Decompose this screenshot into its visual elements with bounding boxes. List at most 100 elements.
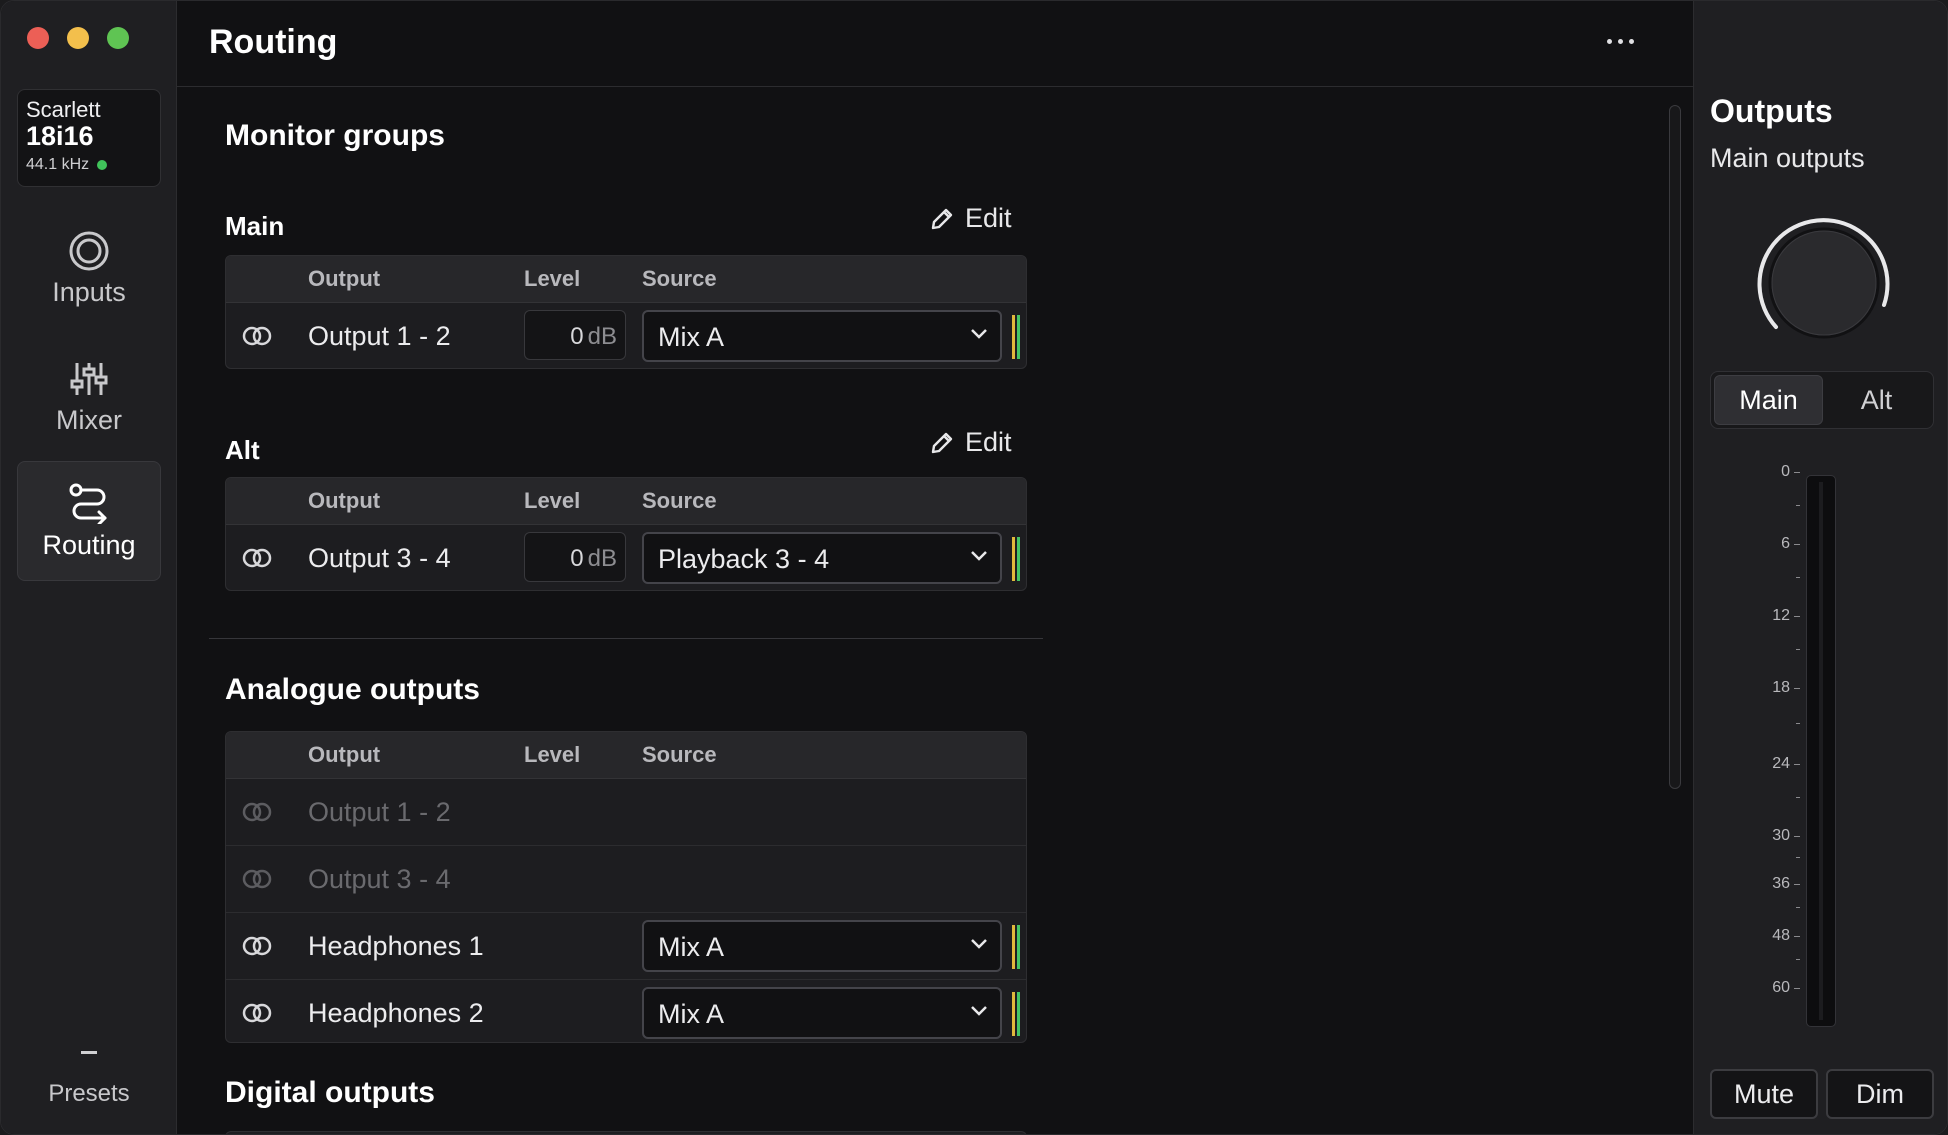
inputs-icon: [69, 231, 109, 270]
source-dropdown[interactable]: Playback 3 - 4: [642, 532, 1002, 584]
scale-tick-text: 24: [1772, 755, 1790, 772]
sidebar: Scarlett 18i16 44.1 kHz Inputs Mixer Rou…: [1, 1, 177, 1134]
close-window-button[interactable]: [27, 27, 49, 49]
output-level-meter: [1806, 475, 1836, 1027]
chevron-down-icon: [971, 939, 987, 949]
sidebar-item-routing[interactable]: Routing: [17, 461, 161, 581]
source-value: Mix A: [658, 322, 725, 352]
analogue-outputs-title: Analogue outputs: [225, 673, 480, 706]
chevron-down-icon: [971, 1006, 987, 1016]
table-row: Headphones 2 Mix A: [226, 980, 1026, 1042]
digital-outputs-title: Digital outputs: [225, 1076, 435, 1109]
device-brand: Scarlett: [26, 97, 101, 122]
source-value: Mix A: [658, 932, 725, 962]
main-group-title: Main: [225, 211, 285, 241]
dim-button[interactable]: Dim: [1826, 1069, 1934, 1119]
source-value: Mix A: [658, 999, 725, 1029]
scale-tick-label: 30: [1772, 827, 1800, 845]
level-field[interactable]: 0 dB: [524, 310, 626, 360]
sample-rate-label: 44.1 kHz: [26, 156, 90, 173]
more-icon-dot: [1618, 38, 1623, 44]
column-output: Output: [308, 742, 381, 767]
signal-meter: [1012, 992, 1020, 1036]
mute-button[interactable]: Mute: [1710, 1069, 1818, 1119]
meter-inner: [1819, 482, 1823, 1020]
stereo-link-icon[interactable]: [242, 547, 272, 569]
scale-tick-label: 36: [1772, 875, 1800, 893]
digital-outputs-table: [225, 1131, 1027, 1134]
scale-tick-text: 60: [1772, 979, 1790, 996]
sidebar-item-presets[interactable]: Presets: [17, 1041, 161, 1121]
output-name: Output 1 - 2: [308, 797, 451, 827]
main-content: Routing Monitor groups Main Edit Output …: [177, 1, 1693, 1134]
column-output: Output: [308, 488, 381, 513]
scale-tick-label: 6: [1781, 535, 1800, 553]
source-dropdown[interactable]: Mix A: [642, 920, 1002, 972]
table-row: Headphones 1 Mix A: [226, 913, 1026, 980]
table-row: Output 3 - 4 0 dB Playback 3 - 4: [226, 525, 1026, 590]
zoom-window-button[interactable]: [107, 27, 129, 49]
output-name: Output 3 - 4: [308, 543, 451, 573]
stereo-link-icon[interactable]: [242, 1002, 272, 1024]
level-value: 0: [570, 545, 584, 572]
output-name: Output 1 - 2: [308, 321, 451, 351]
edit-alt-button[interactable]: Edit: [929, 427, 1012, 458]
minimize-window-button[interactable]: [67, 27, 89, 49]
main-group-table: Output Level Source Output 1 - 2 0 dB Mix…: [225, 255, 1027, 369]
scale-minor-tick: [1796, 797, 1800, 798]
source-dropdown[interactable]: Mix A: [642, 987, 1002, 1039]
scale-tick-text: 48: [1772, 927, 1790, 944]
scale-minor-tick: [1796, 649, 1800, 650]
signal-meter: [1012, 925, 1020, 969]
scale-tick-text: 0: [1781, 463, 1790, 480]
connection-status-icon: [97, 160, 108, 170]
toggle-alt[interactable]: Alt: [1823, 375, 1930, 425]
device-card[interactable]: Scarlett 18i16 44.1 kHz: [17, 89, 161, 187]
sidebar-item-inputs[interactable]: Inputs: [17, 209, 161, 329]
table-row: Output 1 - 2 0 dB Mix A: [226, 303, 1026, 368]
source-dropdown[interactable]: Mix A: [642, 310, 1002, 362]
column-source: Source: [642, 742, 717, 767]
outputs-subtitle: Main outputs: [1710, 143, 1865, 173]
toggle-main[interactable]: Main: [1714, 375, 1823, 425]
scale-minor-tick: [1796, 577, 1800, 578]
sidebar-item-mixer[interactable]: Mixer: [17, 337, 161, 457]
scale-tick-label: 24: [1772, 755, 1800, 773]
section-divider: [209, 638, 1043, 639]
table-header: Output Level Source: [226, 256, 1026, 303]
pencil-icon: [931, 432, 953, 453]
stereo-link-icon[interactable]: [242, 325, 272, 347]
device-model: 18i16: [26, 121, 94, 151]
more-icon-dot: [1629, 38, 1634, 44]
level-value: 0: [570, 323, 584, 350]
analogue-outputs-table: Output Level Source Output 1 - 2 Output …: [225, 731, 1027, 1043]
output-name: Headphones 2: [308, 998, 484, 1028]
mixer-icon: [70, 362, 108, 395]
volume-knob[interactable]: [1748, 209, 1896, 357]
level-unit: dB: [587, 545, 617, 572]
more-options-button[interactable]: [1607, 31, 1643, 51]
chevron-down-icon: [971, 329, 987, 339]
output-name: Output 3 - 4: [308, 864, 451, 894]
pencil-icon: [931, 208, 953, 229]
scale-minor-tick: [1796, 857, 1800, 858]
column-source: Source: [642, 488, 717, 513]
scale-minor-tick: [1796, 907, 1800, 908]
scale-tick-label: 0: [1781, 463, 1800, 481]
source-value: Playback 3 - 4: [658, 544, 830, 574]
outputs-title: Outputs: [1710, 93, 1833, 129]
edit-main-button[interactable]: Edit: [929, 203, 1012, 234]
scale-tick-text: 18: [1772, 679, 1790, 696]
level-field[interactable]: 0 dB: [524, 532, 626, 582]
scale-tick-text: 30: [1772, 827, 1790, 844]
chevron-down-icon: [971, 551, 987, 561]
stereo-link-icon[interactable]: [242, 935, 272, 957]
column-output: Output: [308, 266, 381, 291]
scale-minor-tick: [1796, 723, 1800, 724]
scale-tick-text: 12: [1772, 607, 1790, 624]
sidebar-item-label: Inputs: [52, 276, 126, 307]
sample-rate: 44.1 kHz: [26, 156, 152, 174]
sidebar-item-label: Routing: [42, 529, 136, 560]
scrollbar[interactable]: [1669, 105, 1681, 789]
outputs-panel: Outputs Main outputs Main Alt 0 6 12 18 24 30…: [1693, 1, 1947, 1134]
